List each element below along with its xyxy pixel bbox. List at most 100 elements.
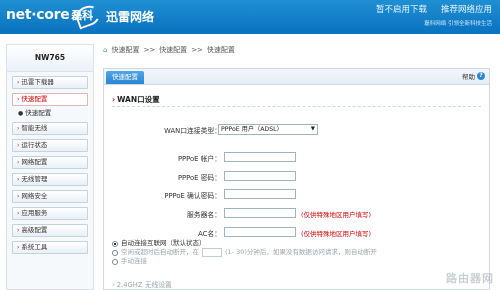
pppoe-user-label: PPPoE 帐户： <box>177 155 221 163</box>
sidebar-subitem-label: 快速配置 <box>25 109 52 117</box>
radio-button[interactable] <box>112 258 118 265</box>
sidebar: NW765 › 迅雷下载器 › 快速配置 ● 快速配置 › 智能无线 › 运行状态 › 网络… <box>6 44 94 290</box>
sidebar-item-label: 迅雷下载器 <box>21 78 54 86</box>
breadcrumb-separator: >> <box>143 46 156 54</box>
radio-button-checked[interactable] <box>112 240 118 247</box>
wan-type-label: WAN口连接类型： <box>164 127 221 135</box>
sidebar-item-label: 运行状态 <box>21 141 48 149</box>
home-icon: ⌂ <box>103 46 108 54</box>
header-subtitle: 磊科网络 引领全新科技生活 <box>424 21 492 27</box>
server-name-label: 服务器名： <box>187 211 221 219</box>
radio-idle-disconnect[interactable]: 空闲或超时后自动断开，在 (1- 30)分钟后，如果没有数据访问请求，则自动断开 <box>112 248 377 257</box>
sidebar-item-smart-wireless[interactable]: › 智能无线 <box>12 122 88 135</box>
xunlei-brand-text: 迅雷网络 <box>106 9 155 24</box>
radio-auto-connect[interactable]: 自动连接互联网（默认状态） <box>112 239 377 248</box>
divider <box>112 106 481 107</box>
wan-type-select[interactable]: PPPoE 用户（ADSL） ▼ <box>218 124 318 135</box>
arrow-icon: › <box>17 142 20 149</box>
breadcrumb-item[interactable]: 快速配置 <box>111 45 139 55</box>
watermark: 路由器网 <box>446 272 494 285</box>
ac-name-label: AC名： <box>198 230 221 238</box>
pppoe-confirm-row: PPPoE 确认密码： <box>104 189 489 201</box>
breadcrumb-item: 快速配置 <box>206 46 235 54</box>
pppoe-user-input[interactable] <box>224 152 296 162</box>
sidebar-menu: › 迅雷下载器 › 快速配置 ● 快速配置 › 智能无线 › 运行状态 › 网络配置 › 无线… <box>7 72 93 254</box>
pppoe-pass-label: PPPoE 密码： <box>177 174 221 182</box>
sidebar-item-network[interactable]: › 网络配置 <box>12 156 88 169</box>
sidebar-item-label: 高级配置 <box>21 226 48 234</box>
arrow-icon: › <box>17 125 20 132</box>
wan-section-title: › WAN口设置 <box>112 94 160 105</box>
xunlei-logo-icon <box>73 2 103 30</box>
sidebar-item-label: 智能无线 <box>21 124 48 132</box>
device-model: NW765 <box>7 45 93 72</box>
wan-type-value: PPPoE 用户（ADSL） <box>221 126 283 133</box>
sidebar-item-label: 快速配置 <box>21 95 48 103</box>
ac-name-input[interactable] <box>224 227 296 237</box>
radio-auto-connect-label: 自动连接互联网（默认状态） <box>121 239 206 247</box>
pppoe-pass-row: PPPoE 密码： <box>104 171 489 183</box>
arrow-icon: › <box>17 244 20 251</box>
radio-button[interactable] <box>112 249 118 256</box>
breadcrumb-item[interactable]: 快速配置 <box>159 45 187 55</box>
disable-download-link[interactable]: 暂不启用下载 <box>376 3 427 15</box>
sidebar-item-security[interactable]: › 网络安全 <box>12 190 88 203</box>
breadcrumb: ⌂ 快速配置 >> 快速配置 >> 快速配置 <box>103 45 235 55</box>
arrow-icon: › <box>17 159 20 166</box>
sidebar-item-label: 应用服务 <box>21 209 48 217</box>
arrow-icon: › <box>17 210 20 217</box>
sidebar-item-label: 系统工具 <box>21 243 48 251</box>
connect-mode-group: 自动连接互联网（默认状态） 空闲或超时后自动断开，在 (1- 30)分钟后，如果… <box>112 239 377 266</box>
sidebar-item-tools[interactable]: › 系统工具 <box>12 241 88 254</box>
pppoe-pass-input[interactable] <box>224 171 296 181</box>
breadcrumb-separator: >> <box>191 46 203 54</box>
sidebar-item-wireless[interactable]: › 无线管理 <box>12 173 88 186</box>
arrow-icon: › <box>112 95 116 104</box>
help-button[interactable]: 帮助 ? <box>462 71 485 81</box>
server-name-note: (仅供特殊地区用户填写) <box>301 211 372 219</box>
server-name-input[interactable] <box>224 208 296 218</box>
arrow-icon: › <box>17 193 20 200</box>
wireless-section-label: 2.4GHZ 无线设置 <box>116 281 172 289</box>
sidebar-item-status[interactable]: › 运行状态 <box>12 139 88 152</box>
xunlei-brand: 迅雷网络 <box>73 2 155 30</box>
arrow-icon: › <box>17 96 20 103</box>
help-icon: ? <box>477 72 485 80</box>
bullet-icon: ● <box>18 110 24 117</box>
config-panel: 快速配置 帮助 ? › WAN口设置 WAN口连接类型： PPPoE 用户（ADS… <box>103 68 490 290</box>
header-links: 暂不启用下载 推荐网络应用 <box>376 3 492 15</box>
arrow-icon: › <box>112 281 115 289</box>
sidebar-item-label: 网络配置 <box>21 158 48 166</box>
arrow-icon: › <box>17 176 20 183</box>
recommend-apps-link[interactable]: 推荐网络应用 <box>441 3 492 15</box>
pppoe-confirm-input[interactable] <box>224 189 296 199</box>
chevron-down-icon: ▼ <box>310 126 315 132</box>
idle-minutes-input[interactable] <box>202 248 222 257</box>
wan-type-row: WAN口连接类型： PPPoE 用户（ADSL） ▼ <box>104 124 489 136</box>
pppoe-confirm-label: PPPoE 确认密码： <box>164 192 221 200</box>
arrow-icon: › <box>17 79 20 86</box>
sidebar-item-xunlei[interactable]: › 迅雷下载器 <box>12 76 88 89</box>
radio-manual-connect[interactable]: 手动连接 <box>112 257 377 266</box>
help-label: 帮助 <box>462 73 475 81</box>
radio-manual-label: 手动连接 <box>121 257 147 265</box>
radio-idle-label-b: (1- 30)分钟后，如果没有数据访问请求，则自动断开 <box>225 248 377 256</box>
ac-name-row: AC名： (仅供特殊地区用户填写) <box>104 227 489 239</box>
pppoe-user-row: PPPoE 帐户： <box>104 152 489 164</box>
radio-idle-label-a: 空闲或超时后自动断开，在 <box>121 248 199 256</box>
sidebar-item-advanced[interactable]: › 高级配置 <box>12 224 88 237</box>
tab-quick-setup[interactable]: 快速配置 <box>106 71 144 84</box>
server-name-row: 服务器名： (仅供特殊地区用户填写) <box>104 208 489 220</box>
ac-name-note: (仅供特殊地区用户填写) <box>301 230 372 238</box>
sidebar-item-label: 无线管理 <box>21 175 48 183</box>
sidebar-item-label: 网络安全 <box>21 192 48 200</box>
sidebar-item-quick-setup[interactable]: › 快速配置 <box>12 93 88 106</box>
arrow-icon: › <box>17 227 20 234</box>
sidebar-item-services[interactable]: › 应用服务 <box>12 207 88 220</box>
sidebar-subitem-quick-setup[interactable]: ● 快速配置 <box>12 108 88 118</box>
logo-text: net·core <box>6 7 70 23</box>
panel-tabbar: 快速配置 帮助 ? <box>104 69 489 85</box>
wan-section-label: WAN口设置 <box>117 95 160 104</box>
wireless-section-title: › 2.4GHZ 无线设置 <box>112 279 172 289</box>
app-header: net·core 磊科 迅雷网络 暂不启用下载 推荐网络应用 磊科网络 引领全新科… <box>0 0 500 34</box>
